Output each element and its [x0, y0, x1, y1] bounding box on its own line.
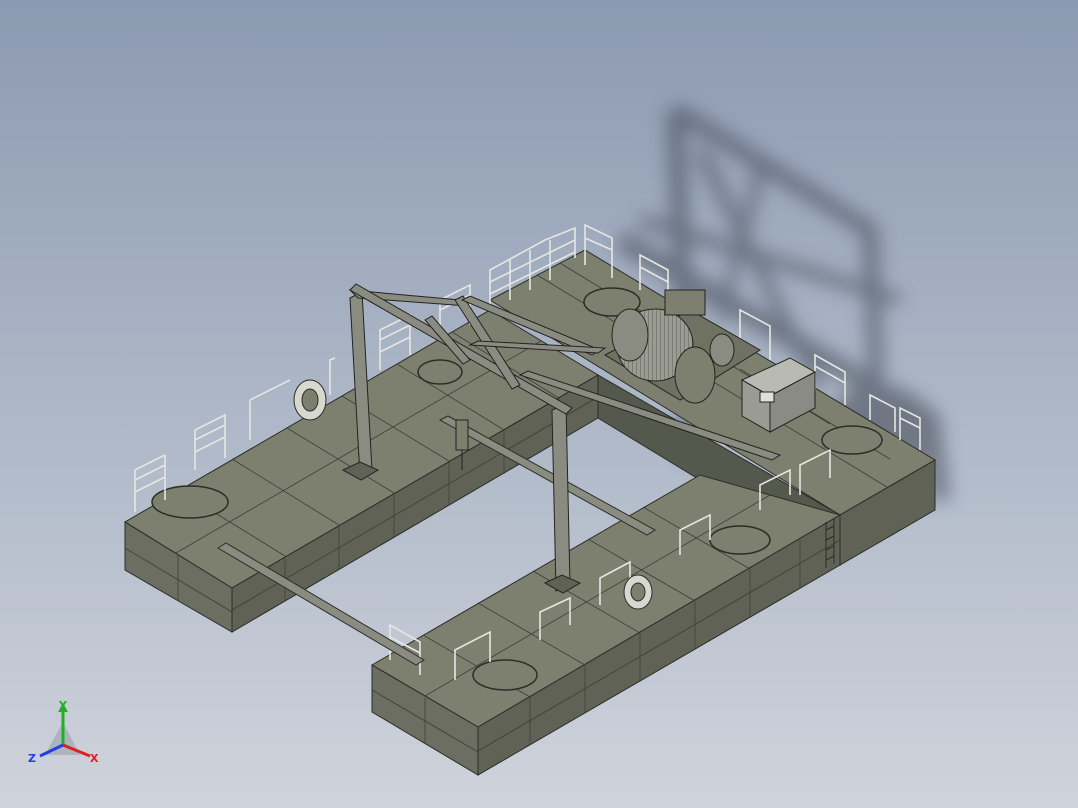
hatch-cover — [151, 485, 229, 519]
x-axis-label: X — [90, 752, 99, 765]
z-axis-label: Z — [28, 752, 36, 765]
model-scene[interactable]: Y X Z — [0, 0, 1078, 808]
y-axis-label: Y — [58, 699, 68, 712]
front-pontoon[interactable] — [371, 474, 842, 776]
hatch-cover — [472, 659, 538, 691]
orientation-triad: Y X Z — [28, 699, 99, 765]
3d-viewport[interactable]: Y X Z — [0, 0, 1078, 808]
hatch-cover — [821, 425, 883, 455]
hatch-cover — [417, 359, 463, 385]
hatch-cover — [709, 525, 771, 555]
life-ring-right — [623, 574, 653, 610]
life-ring-left — [293, 379, 327, 421]
